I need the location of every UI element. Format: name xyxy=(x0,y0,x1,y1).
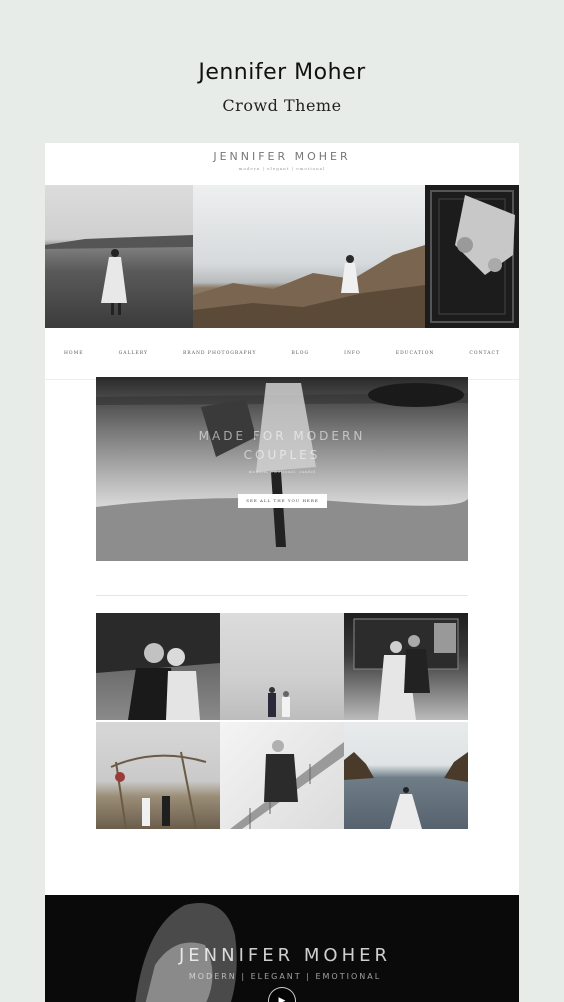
feature-cta-button[interactable]: SEE ALL THE YOU HERE xyxy=(238,494,327,508)
site-tagline: modern | elegant | emotional xyxy=(238,166,326,171)
nav-item-contact[interactable]: CONTACT xyxy=(469,351,500,356)
feature-heading-line2: COUPLES xyxy=(243,448,321,462)
gallery-photo-couple-forehead[interactable] xyxy=(96,613,220,720)
gallery-photo-stair-bride[interactable] xyxy=(220,722,344,829)
nav-item-brand-photography[interactable]: BRAND PHOTOGRAPHY xyxy=(183,351,256,356)
footer-band: JENNIFER MOHER MODERN | ELEGANT | EMOTIO… xyxy=(45,895,519,1002)
nav-item-education[interactable]: EDUCATION xyxy=(396,351,435,356)
nav-item-home[interactable]: HOME xyxy=(64,351,84,356)
site-logo[interactable]: JENNIFER MOHER xyxy=(45,150,519,163)
nav-item-blog[interactable]: BLOG xyxy=(292,351,310,356)
gallery-photo-cove-bride[interactable] xyxy=(344,722,468,829)
site-header: JENNIFER MOHER modern | elegant | emotio… xyxy=(45,143,519,185)
gallery-photo-foggy-couple[interactable] xyxy=(220,613,344,720)
feature-heading-line1: MADE FOR MODERN xyxy=(198,429,366,443)
feature-subtext: modern, emotional, candid xyxy=(248,469,316,474)
main-nav: HOME GALLERY BRAND PHOTOGRAPHY BLOG INFO… xyxy=(45,328,519,380)
section-divider xyxy=(96,595,468,596)
theme-mockup: JENNIFER MOHER modern | elegant | emotio… xyxy=(45,143,519,1002)
hero-photo-field-bride xyxy=(45,185,193,328)
promo-subtitle: Crowd Theme xyxy=(222,96,342,115)
hero-photo-couple-rug xyxy=(425,185,519,328)
feature-heading: MADE FOR MODERN COUPLES xyxy=(96,427,468,465)
hero-photo-strip xyxy=(45,185,519,328)
footer-tagline: MODERN | ELEGANT | EMOTIONAL xyxy=(188,972,382,981)
feature-banner: MADE FOR MODERN COUPLES modern, emotiona… xyxy=(96,377,468,561)
footer-logo: JENNIFER MOHER xyxy=(179,945,391,966)
hero-photo-rocky-shore xyxy=(193,185,425,328)
nav-item-gallery[interactable]: GALLERY xyxy=(119,351,148,356)
promo-title: Jennifer Moher xyxy=(198,60,366,85)
nav-item-info[interactable]: INFO xyxy=(344,351,361,356)
gallery-grid xyxy=(96,613,468,829)
gallery-photo-arch-ceremony[interactable] xyxy=(96,722,220,829)
gallery-photo-porch-couple[interactable] xyxy=(344,613,468,720)
